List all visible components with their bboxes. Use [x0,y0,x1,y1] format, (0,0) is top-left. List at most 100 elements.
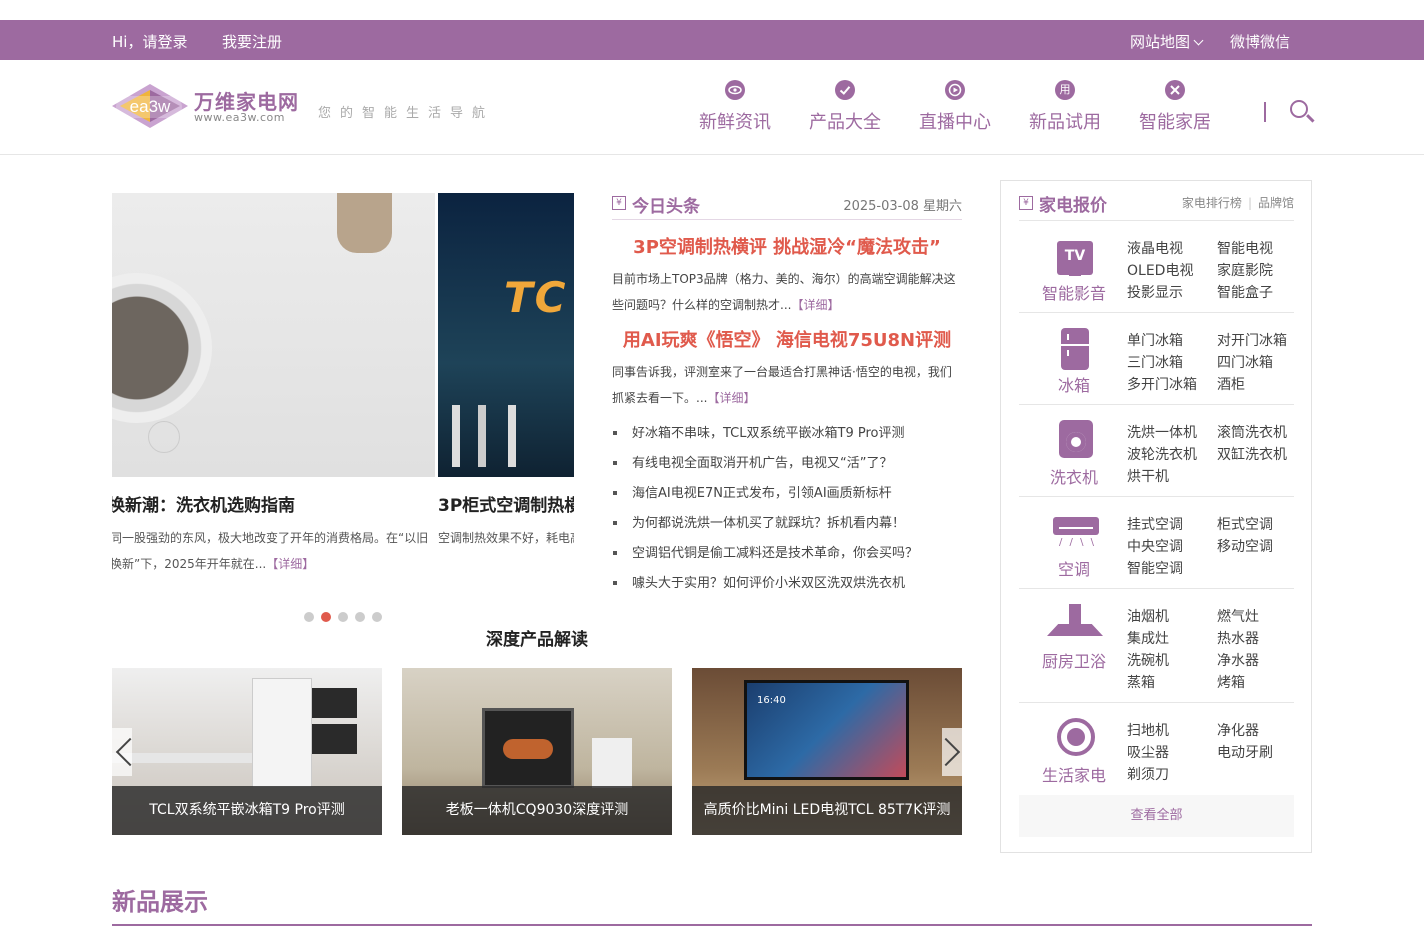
slider-dot[interactable] [304,612,314,622]
category-link[interactable]: 洗烘一体机 [1127,422,1197,442]
slider-dots [304,607,389,626]
slide-title[interactable]: 换新潮：洗衣机选购指南 [112,491,295,516]
review-card[interactable]: TCL双系统平嵌冰箱T9 Pro评测 [112,668,382,835]
range-hood-icon [1047,604,1103,640]
trial-icon: 用 [1055,80,1075,100]
category-link[interactable]: 波轮洗衣机 [1127,444,1197,464]
nav-live[interactable]: 直播中心 [900,78,1010,134]
category-link[interactable]: 四门冰箱 [1217,352,1273,372]
nav-news[interactable]: 新鲜资讯 [680,78,790,134]
review-card[interactable]: 老板一体机CQ9030深度评测 [402,668,672,835]
category-link[interactable]: 烤箱 [1217,672,1245,692]
category-link[interactable]: 电动牙刷 [1217,742,1273,762]
category-link[interactable]: 中央空调 [1127,536,1183,556]
category-link[interactable]: 投影显示 [1127,282,1183,302]
carousel-prev-button[interactable] [112,728,132,776]
category-link[interactable]: 酒柜 [1217,374,1245,394]
category-link[interactable]: 单门冰箱 [1127,330,1183,350]
slider-dot-active[interactable] [321,612,331,622]
washer-door-graphic [112,273,212,423]
category-link[interactable]: 家庭影院 [1217,260,1273,280]
more-link[interactable]: 【详细】 [266,557,314,571]
list-item[interactable]: 有线电视全面取消开机广告，电视又“活”了？ [612,452,962,482]
list-item[interactable]: 为何都说洗烘一体机买了就踩坑？拆机看内幕！ [612,512,962,542]
ranking-link[interactable]: 家电排行榜 [1182,196,1242,210]
new-products-title: 新品展示 [112,888,208,916]
carousel-next-button[interactable] [942,728,962,776]
category-link[interactable]: 洗碗机 [1127,650,1169,670]
category-link[interactable]: 剃须刀 [1127,764,1169,784]
category-link[interactable]: 多开门冰箱 [1127,374,1197,394]
eye-icon [725,80,745,100]
more-link[interactable]: 【详细】 [791,298,839,312]
category-fridge: 冰箱 单门冰箱 对开门冰箱 三门冰箱 四门冰箱 多开门冰箱 酒柜 [1019,313,1294,405]
category-link[interactable]: 挂式空调 [1127,514,1183,534]
sitemap-link[interactable]: 网站地图 [1130,31,1204,52]
category-link[interactable]: 油烟机 [1127,606,1169,626]
category-name[interactable]: 生活家电 [1019,762,1129,786]
more-link[interactable]: 【详细】 [707,391,755,405]
live-icon [945,80,965,100]
category-link[interactable]: 吸尘器 [1127,742,1169,762]
headline-title[interactable]: 3P空调制热横评 挑战湿冷“魔法攻击” [612,233,962,259]
view-all-button[interactable]: 查看全部 [1019,795,1294,837]
category-link[interactable]: 净水器 [1217,650,1259,670]
category-link[interactable]: 移动空调 [1217,536,1273,556]
category-washer: 洗衣机 洗烘一体机 滚筒洗衣机 波轮洗衣机 双缸洗衣机 烘干机 [1019,405,1294,497]
slide-title[interactable]: 3P柜式空调制热横评 [438,491,574,516]
category-link[interactable]: 集成灶 [1127,628,1169,648]
nav-trial[interactable]: 用 新品试用 [1010,78,1120,134]
category-name[interactable]: 洗衣机 [1019,464,1129,488]
search-icon[interactable] [1290,100,1308,118]
register-link[interactable]: 我要注册 [222,31,282,52]
list-item[interactable]: 噱头大于实用？如何评价小米双区洗双烘洗衣机 [612,572,962,602]
review-card-caption: TCL双系统平嵌冰箱T9 Pro评测 [112,786,382,835]
tools-icon [1165,80,1185,100]
headline-title[interactable]: 用AI玩爽《悟空》 海信电视75U8N评测 [612,326,962,352]
category-name[interactable]: 厨房卫浴 [1019,648,1129,672]
category-link[interactable]: 蒸箱 [1127,672,1155,692]
tv-icon: TV [1057,241,1093,276]
category-link[interactable]: 柜式空调 [1217,514,1273,534]
weibo-link[interactable]: 微博微信 [1230,31,1290,52]
category-link[interactable]: 三门冰箱 [1127,352,1183,372]
category-link[interactable]: 烘干机 [1127,466,1169,486]
brand-hall-link[interactable]: 品牌馆 [1258,196,1294,210]
category-name[interactable]: 冰箱 [1019,372,1129,396]
review-card[interactable]: 16:40 高质价比Mini LED电视TCL 85T7K评测 [692,668,962,835]
category-link[interactable]: 扫地机 [1127,720,1169,740]
login-link[interactable]: Hi，请登录 [112,31,187,52]
category-name[interactable]: 空调 [1019,556,1129,580]
nav-smart-home[interactable]: 智能家居 [1120,78,1230,134]
category-name[interactable]: 智能影音 [1019,280,1129,304]
category-link[interactable]: 滚筒洗衣机 [1217,422,1287,442]
category-link[interactable]: 热水器 [1217,628,1259,648]
check-icon [835,80,855,100]
headlines-title: 今日头条 [632,197,700,217]
price-sidebar: ¥ 家电报价 家电排行榜 | 品牌馆 TV 智能影音 液晶电视 智能电视 OLED电… [1000,180,1312,853]
slider-dot[interactable] [338,612,348,622]
nav-smart-home-label: 智能家居 [1139,112,1211,133]
logo-link[interactable]: ea3w [112,76,188,136]
slide-image-ac[interactable]: TC [438,193,574,477]
category-link[interactable]: OLED电视 [1127,260,1193,280]
slider-dot[interactable] [355,612,365,622]
site-header: ea3w 万维家电网 www.ea3w.com 您的智能生活导航 新鲜资讯 产品… [0,60,1424,155]
category-link[interactable]: 燃气灶 [1217,606,1259,626]
list-item[interactable]: 海信AI电视E7N正式发布，引领AI画质新标杆 [612,482,962,512]
list-item[interactable]: 空调铝代铜是偷工减料还是技术革命，你会买吗？ [612,542,962,572]
slider-dot[interactable] [372,612,382,622]
robot-vacuum-icon [1057,718,1095,756]
category-link[interactable]: 智能电视 [1217,238,1273,258]
category-link[interactable]: 液晶电视 [1127,238,1183,258]
category-link[interactable]: 智能盒子 [1217,282,1273,302]
slide-image-washer[interactable] [112,193,435,477]
headline-description-text: 同事告诉我，评测室来了一台最适合打黑神话·悟空的电视，我们抓紧去看一下。... [612,365,952,405]
nav-products[interactable]: 产品大全 [790,78,900,134]
category-link[interactable]: 智能空调 [1127,558,1183,578]
category-link[interactable]: 对开门冰箱 [1217,330,1287,350]
category-link[interactable]: 净化器 [1217,720,1259,740]
category-link[interactable]: 双缸洗衣机 [1217,444,1287,464]
chevron-down-icon [1193,35,1204,46]
list-item[interactable]: 好冰箱不串味，TCL双系统平嵌冰箱T9 Pro评测 [612,422,962,452]
